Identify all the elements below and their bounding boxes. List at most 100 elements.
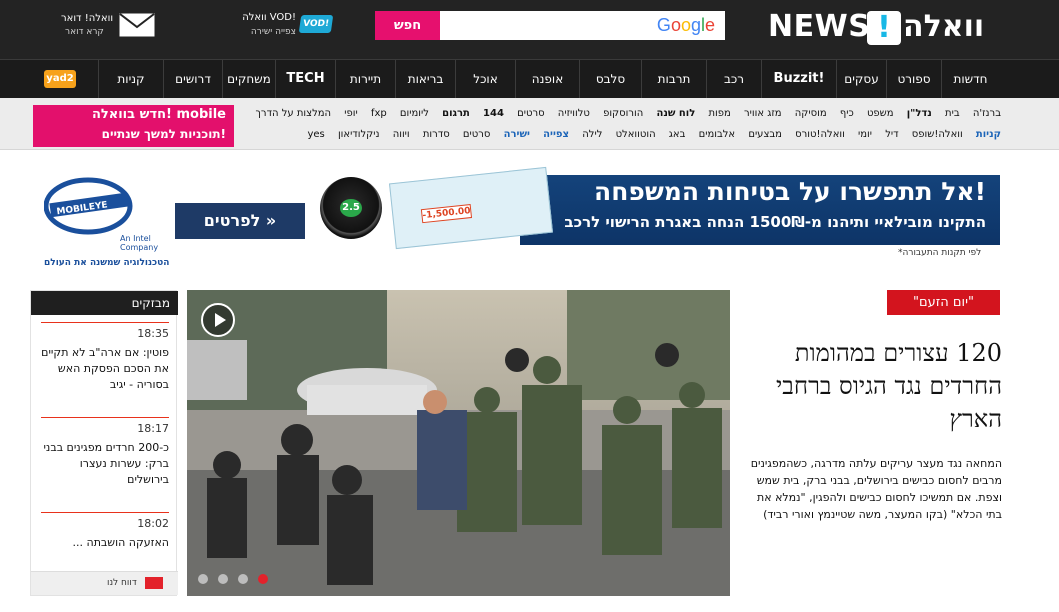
slider-dot[interactable]: [218, 574, 228, 584]
service-link[interactable]: הורוסקופ: [603, 108, 643, 119]
mobile-ad-title: חדש בוואלה! mobile: [91, 107, 226, 122]
vod-title: וואלה VOD!: [242, 12, 296, 23]
nav-item-celebs[interactable]: סלבס: [579, 60, 641, 98]
search-box: חפש Google: [375, 11, 725, 40]
news-flash-text: כ-200 חרדים מפגינים בבני ברק: עשרות נעצר…: [43, 441, 169, 486]
top-bar: NEWS ! וואלה חפש Google וואלה VOD! צפייה…: [0, 0, 1059, 59]
service-link[interactable]: יומי: [858, 129, 872, 140]
service-link[interactable]: תרגום: [442, 108, 470, 119]
news-flash-item[interactable]: 18:35 פוטין: אם ארה"ב לא תקיים את הסכם ה…: [41, 322, 169, 402]
service-link[interactable]: וואלה!טורס: [795, 129, 845, 140]
news-flash-time: 18:17: [137, 422, 169, 435]
play-video-icon[interactable]: [201, 303, 235, 337]
service-link[interactable]: משפט: [867, 108, 894, 119]
service-link[interactable]: לוח שנה: [656, 108, 695, 119]
intel-caption: An Intel Company: [120, 234, 159, 252]
nav-item-fashion[interactable]: אופנה: [515, 60, 579, 98]
nav-item-news[interactable]: חדשות: [941, 60, 999, 98]
ad-details-button[interactable]: לפרטים »: [175, 203, 305, 239]
report-to-us-label: דווח לנו: [107, 578, 137, 588]
service-link[interactable]: לילה: [582, 129, 602, 140]
service-link[interactable]: סרטים: [463, 129, 491, 140]
service-link[interactable]: סרטים: [517, 108, 545, 119]
ad-banner-panel: אל תתפשרו על בטיחות המשפחה! התקינו מוביל…: [520, 175, 1000, 245]
service-link[interactable]: ניקלודיאון: [338, 129, 380, 140]
service-link[interactable]: 144: [483, 108, 504, 119]
slider-dot[interactable]: [238, 574, 248, 584]
nav-item-culture[interactable]: תרבות: [641, 60, 706, 98]
slider-dot[interactable]: [198, 574, 208, 584]
news-flash-text: האזעקה הושבתה ...: [72, 536, 169, 549]
service-link[interactable]: באג: [669, 129, 686, 140]
logo-mark: !: [867, 11, 901, 45]
yad2-logo[interactable]: yad2: [44, 70, 76, 88]
mail-subtitle: קרא דואר: [65, 27, 104, 37]
nav-item-food[interactable]: אוכל: [455, 60, 515, 98]
news-flash-time: 18:02: [137, 517, 169, 530]
service-link[interactable]: אלבומים: [699, 129, 736, 140]
service-link[interactable]: בית: [945, 108, 960, 119]
services-row-1: ברנז'ה בית נדל"ן משפט כיף מוסיקה מזג אוו…: [246, 108, 1001, 124]
vod-link[interactable]: וואלה VOD! צפייה ישירה VOD!: [236, 11, 334, 41]
service-link[interactable]: טלוויזיה: [558, 108, 590, 119]
walla-mobile-ad[interactable]: חדש בוואלה! mobile תוכניות למשך שנתיים!: [33, 105, 234, 147]
protest-scene-image: [187, 290, 730, 596]
mobileye-emblem-icon: MOBILEYE: [43, 177, 133, 235]
news-flashes-title[interactable]: מבזקים: [31, 291, 178, 315]
services-row-2: קניות וואלה!שופס דיל יומי וואלה!טורס מבצ…: [297, 129, 1001, 145]
nav-item-travel[interactable]: תיירות: [335, 60, 395, 98]
service-link[interactable]: מוסיקה: [795, 108, 827, 119]
service-link[interactable]: קניות: [976, 129, 1001, 140]
service-link[interactable]: fxp: [371, 108, 387, 119]
report-to-us[interactable]: דווח לנו: [31, 571, 178, 595]
story-kicker[interactable]: "יום הזעם": [887, 290, 1000, 315]
vod-subtitle: צפייה ישירה: [250, 27, 296, 37]
service-link[interactable]: כיף: [840, 108, 854, 119]
service-link[interactable]: דיל: [885, 129, 898, 140]
nav-item-shopping[interactable]: קניות: [98, 60, 163, 98]
service-link[interactable]: וואלה!שופס: [912, 129, 963, 140]
news-flashes-panel: מבזקים 18:35 פוטין: אם ארה"ב לא תקיים את…: [30, 290, 178, 596]
nav-item-cars[interactable]: רכב: [706, 60, 761, 98]
nav-item-buzzit[interactable]: Buzzit!: [761, 60, 836, 98]
mobileye-logo[interactable]: MOBILEYE An Intel Company הטכנולוגיה שמש…: [43, 176, 169, 268]
vod-badge: VOD!: [298, 15, 334, 33]
service-link[interactable]: הוטוואלט: [616, 129, 656, 140]
mail-title: וואלה! דואר: [61, 13, 114, 24]
service-link[interactable]: צפייה: [543, 129, 569, 140]
main-nav: חדשות ספורט עסקים Buzzit! רכב תרבות סלבס…: [0, 59, 1059, 98]
main-story-photo[interactable]: [187, 290, 730, 596]
service-link[interactable]: מבצעים: [748, 129, 782, 140]
service-link[interactable]: yes: [307, 129, 324, 140]
ad-banner[interactable]: אל תתפשרו על בטיחות המשפחה! התקינו מוביל…: [308, 166, 1000, 250]
service-link[interactable]: ליומיום: [400, 108, 429, 119]
service-link[interactable]: יופי: [344, 108, 357, 119]
service-link[interactable]: מפות: [708, 108, 730, 119]
news-flash-item[interactable]: 18:02 האזעקה הושבתה ...: [41, 512, 169, 564]
service-link[interactable]: ברנז'ה: [973, 108, 1001, 119]
ticket-price: -1,500.00: [420, 204, 473, 224]
service-link[interactable]: המלצות על הדרך: [256, 108, 332, 119]
search-button[interactable]: חפש: [375, 11, 440, 40]
envelope-icon: [119, 13, 155, 37]
nav-item-business[interactable]: עסקים: [836, 60, 886, 98]
news-flash-time: 18:35: [137, 327, 169, 340]
nav-item-sport[interactable]: ספורט: [886, 60, 941, 98]
story-headline[interactable]: 120 עצורים במהומות החרדים נגד הגיוס ברחב…: [740, 337, 1002, 436]
service-link[interactable]: ישירה: [504, 129, 530, 140]
mail-link[interactable]: וואלה! דואר קרא דואר: [61, 11, 155, 41]
nav-item-health[interactable]: בריאות: [395, 60, 455, 98]
device-reading: 2.5: [340, 199, 362, 217]
service-link[interactable]: מזג אוויר: [744, 108, 782, 119]
news-flash-item[interactable]: 18:17 כ-200 חרדים מפגינים בבני ברק: עשרו…: [41, 417, 169, 497]
mobile-ad-subtitle: תוכניות למשך שנתיים!: [101, 127, 226, 141]
nav-item-tech[interactable]: TECH: [275, 60, 335, 98]
nav-item-games[interactable]: משחקים: [222, 60, 275, 98]
slider-dot-active[interactable]: [258, 574, 268, 584]
nav-item-jobs[interactable]: דרושים: [163, 60, 222, 98]
walla-news-logo[interactable]: NEWS ! וואלה: [768, 9, 1000, 45]
slider-dots: [198, 574, 278, 586]
service-link[interactable]: סדרות: [423, 129, 450, 140]
service-link[interactable]: ויווה: [393, 129, 410, 140]
service-link[interactable]: נדל"ן: [907, 108, 932, 119]
